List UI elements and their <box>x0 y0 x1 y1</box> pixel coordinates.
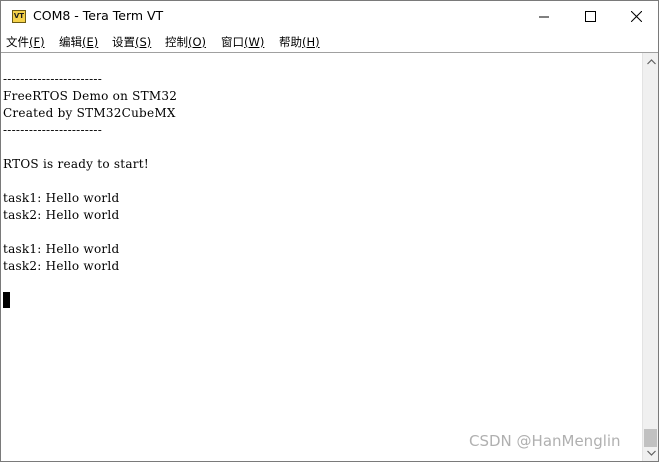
menu-settings-label: 设置 <box>112 35 135 49</box>
tera-term-window: VT COM8 - Tera Term VT 文件(F) 编辑(E) 设置(S)… <box>0 0 659 462</box>
terminal-line: task1: Hello world <box>3 191 120 205</box>
menu-edit-label: 编辑 <box>59 35 82 49</box>
chevron-up-icon <box>646 59 656 65</box>
terminal-line: FreeRTOS Demo on STM32 <box>3 89 178 103</box>
menu-file-accel: (F) <box>29 35 45 49</box>
menu-bar: 文件(F) 编辑(E) 设置(S) 控制(O) 窗口(W) 帮助(H) <box>1 32 658 53</box>
menu-control[interactable]: 控制(O) <box>165 34 206 50</box>
menu-file-label: 文件 <box>6 35 29 49</box>
minimize-button[interactable] <box>521 1 567 32</box>
terminal-line: task2: Hello world <box>3 259 120 273</box>
terminal-line: task2: Hello world <box>3 208 120 222</box>
menu-file[interactable]: 文件(F) <box>6 34 45 50</box>
vertical-scrollbar[interactable] <box>642 53 658 461</box>
menu-help[interactable]: 帮助(H) <box>279 34 320 50</box>
maximize-button[interactable] <box>567 1 613 32</box>
menu-edit-accel: (E) <box>82 35 99 49</box>
scroll-up-button[interactable] <box>643 54 658 70</box>
menu-window-accel: (W) <box>244 35 265 49</box>
scroll-down-button[interactable] <box>643 445 658 461</box>
terminal-area[interactable]: ----------------------- FreeRTOS Demo on… <box>1 53 642 461</box>
terminal-line: RTOS is ready to start! <box>3 157 149 171</box>
vt-app-icon[interactable]: VT <box>12 10 26 23</box>
text-cursor <box>3 292 10 308</box>
menu-settings-accel: (S) <box>135 35 152 49</box>
title-bar[interactable]: VT COM8 - Tera Term VT <box>1 1 658 32</box>
terminal-line: task1: Hello world <box>3 242 120 256</box>
menu-control-label: 控制 <box>165 35 188 49</box>
chevron-down-icon <box>646 450 656 456</box>
terminal-line: ----------------------- <box>3 72 103 86</box>
watermark: CSDN @HanMenglin <box>469 432 621 450</box>
menu-help-accel: (H) <box>302 35 320 49</box>
maximize-icon <box>584 11 596 22</box>
menu-help-label: 帮助 <box>279 35 302 49</box>
menu-edit[interactable]: 编辑(E) <box>59 34 98 50</box>
minimize-icon <box>538 16 549 18</box>
close-button[interactable] <box>613 1 658 32</box>
menu-control-accel: (O) <box>188 35 207 49</box>
menu-window[interactable]: 窗口(W) <box>221 34 264 50</box>
menu-settings[interactable]: 设置(S) <box>112 34 151 50</box>
window-title: COM8 - Tera Term VT <box>33 8 164 23</box>
menu-window-label: 窗口 <box>221 35 244 49</box>
close-icon <box>630 11 642 22</box>
terminal-line: ----------------------- <box>3 123 103 137</box>
terminal-line: Created by STM32CubeMX <box>3 106 176 120</box>
